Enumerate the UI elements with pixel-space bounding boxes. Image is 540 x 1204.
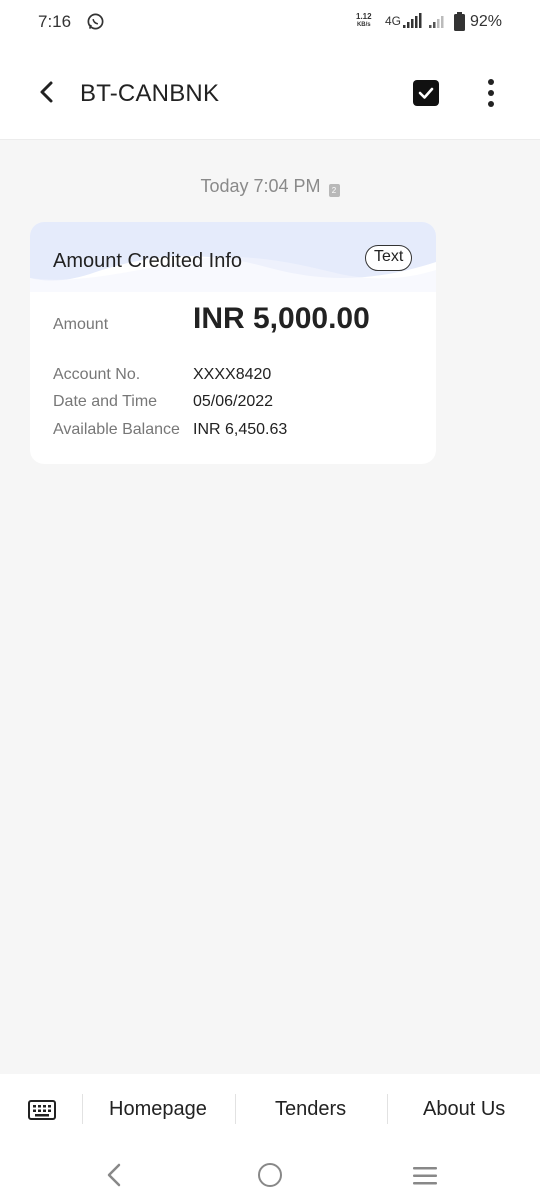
system-nav-bar [0,1146,540,1204]
status-bar: 7:16 1.12 KB/s 4G 92% [0,0,540,44]
more-vert-icon[interactable] [480,78,502,108]
amount-value: INR 5,000.00 [193,302,370,335]
nav-recents-icon[interactable] [413,1166,437,1186]
menu-item-tenders[interactable]: Tenders [275,1098,346,1121]
available-balance-value: INR 6,450.63 [193,421,288,438]
date-time-label: Date and Time [53,393,158,410]
bottom-menu: Homepage Tenders About Us [0,1074,540,1146]
menu-divider [387,1094,388,1124]
menu-item-homepage[interactable]: Homepage [109,1098,207,1121]
sim-badge-icon: 2 [328,184,340,197]
signal-icon-sim2 [429,16,444,28]
signal-icon [403,13,422,28]
amount-label: Amount [53,316,109,333]
available-balance-label: Available Balance [53,421,180,438]
battery-icon [454,12,465,31]
transaction-card[interactable]: Amount Credited Info Text Amount INR 5,0… [30,222,436,464]
nav-home-icon[interactable] [258,1163,282,1187]
status-time: 7:16 [38,12,72,31]
menu-divider [235,1094,236,1124]
account-no-label: Account No. [53,366,141,383]
checkmark-icon [418,87,434,99]
network-type: 4G [385,14,402,28]
timestamp-text: Today 7:04 PM [200,176,321,196]
menu-divider [82,1094,83,1124]
account-no-value: XXXX8420 [193,366,272,383]
battery-percent: 92% [470,13,503,30]
speed-value: 1.12 [356,12,372,21]
date-time-value: 05/06/2022 [193,393,274,410]
app-bar: BT-CANBNK [0,44,540,140]
conversation-title: BT-CANBNK [80,80,220,107]
message-timestamp: Today 7:04 PM 2 [0,176,540,197]
menu-item-about-us[interactable]: About Us [423,1098,505,1121]
text-chip-button[interactable]: Text [365,245,413,271]
whatsapp-icon [87,13,104,30]
nav-back-icon[interactable] [104,1162,124,1188]
network-speed: 1.12 KB/s [356,12,372,30]
speed-unit: KB/s [356,22,371,28]
back-arrow-icon[interactable] [34,78,62,106]
checkbox-icon[interactable] [413,80,439,106]
card-title: Amount Credited Info [53,250,242,272]
keyboard-icon[interactable] [28,1100,56,1120]
